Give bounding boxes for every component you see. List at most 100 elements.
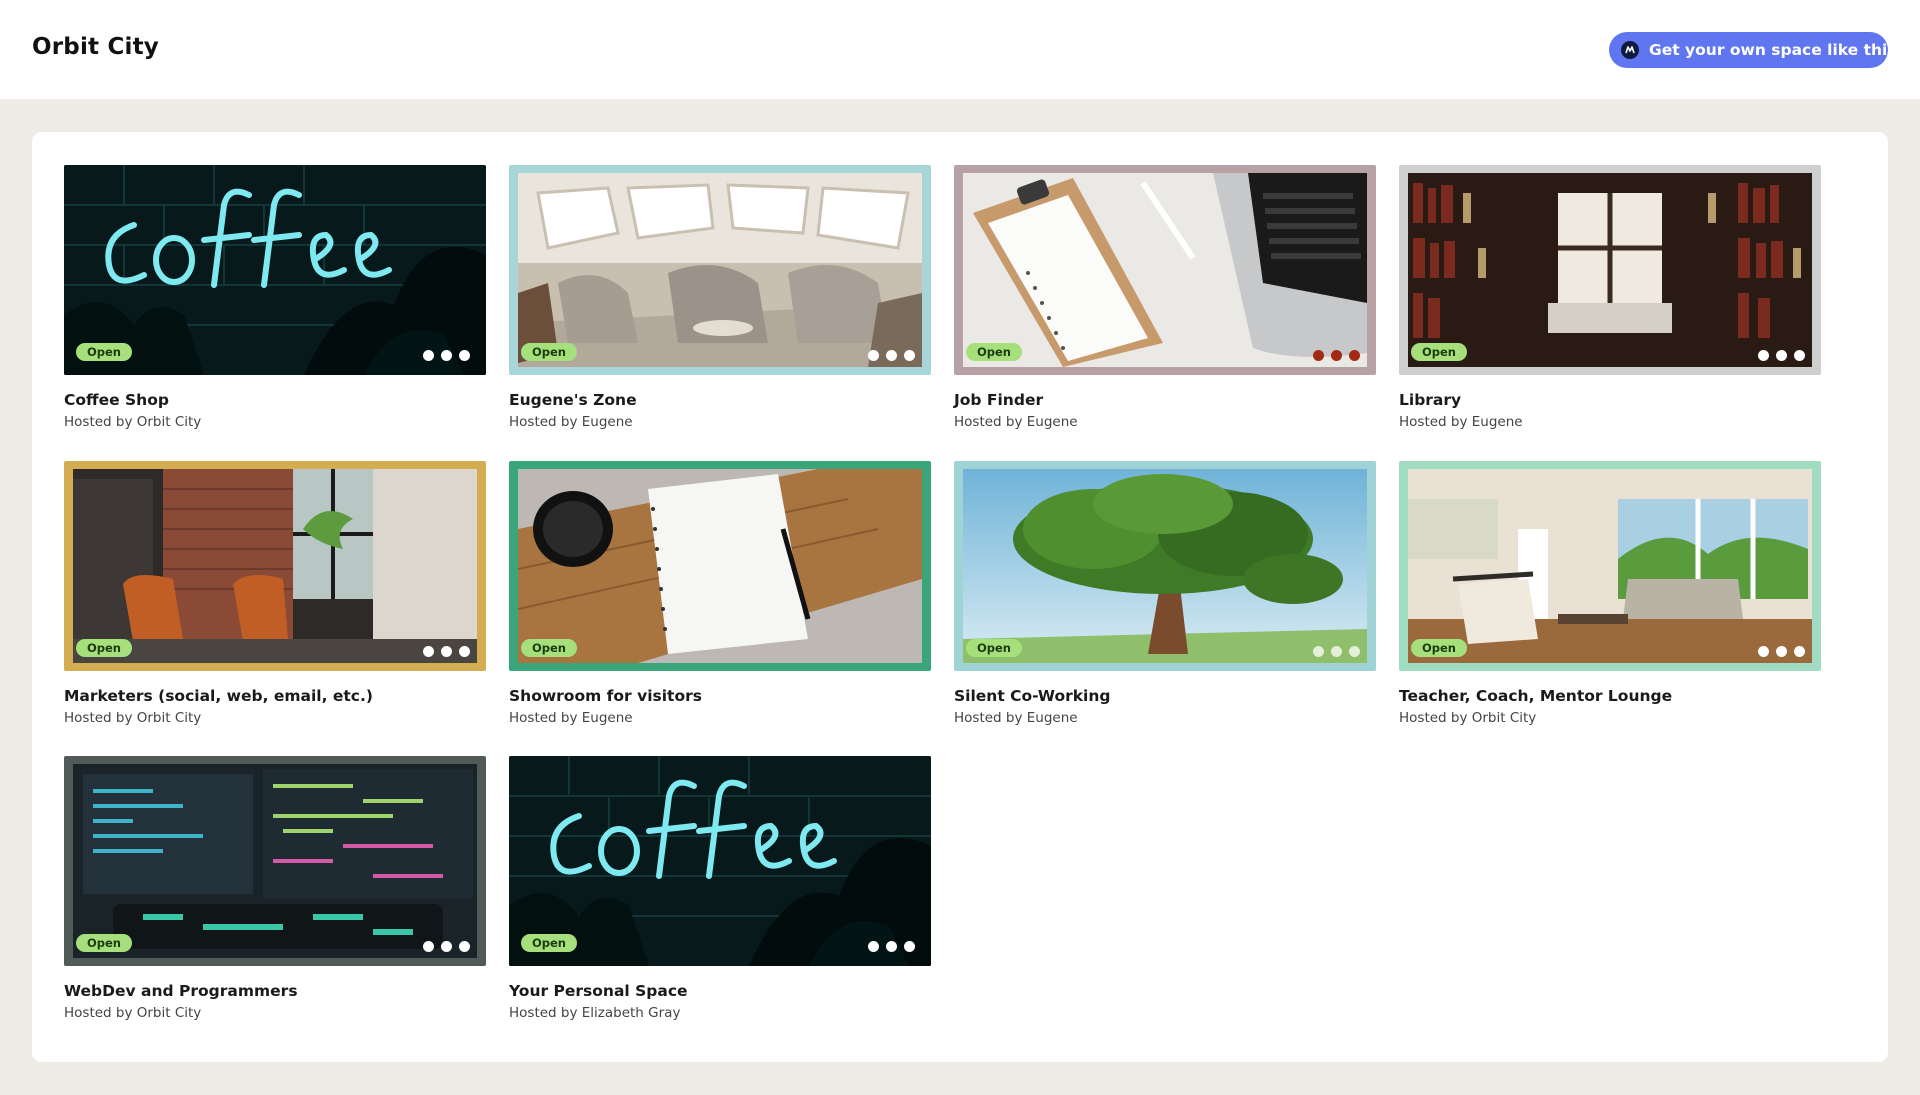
dot-icon xyxy=(423,646,434,657)
space-host: Hosted by Orbit City xyxy=(64,710,202,726)
space-title[interactable]: Job Finder xyxy=(954,391,1376,409)
tree-image xyxy=(963,469,1367,663)
space-host: Hosted by Eugene xyxy=(1399,414,1523,430)
dot-icon xyxy=(1331,350,1342,361)
dot-icon xyxy=(868,350,879,361)
open-status-badge: Open xyxy=(76,343,132,361)
space-thumbnail[interactable]: Open xyxy=(954,461,1376,671)
open-status-badge: Open xyxy=(1411,639,1467,657)
dot-icon xyxy=(868,941,879,952)
dot-icon xyxy=(459,646,470,657)
space-title[interactable]: Coffee Shop xyxy=(64,391,486,409)
space-host: Hosted by Eugene xyxy=(954,710,1078,726)
more-options-button[interactable] xyxy=(423,350,470,361)
space-title[interactable]: Eugene's Zone xyxy=(509,391,931,409)
dot-icon xyxy=(1313,646,1324,657)
space-host: Hosted by Eugene xyxy=(509,710,633,726)
space-title[interactable]: Library xyxy=(1399,391,1821,409)
dot-icon xyxy=(1776,350,1787,361)
more-options-button[interactable] xyxy=(1758,646,1805,657)
clipboard-laptop-image xyxy=(963,173,1367,367)
more-options-button[interactable] xyxy=(1758,350,1805,361)
space-card-job-finder[interactable]: Open Job Finder Hosted by Eugene xyxy=(954,165,1376,430)
space-thumbnail[interactable]: Open xyxy=(64,165,486,375)
space-thumbnail[interactable]: Open xyxy=(509,461,931,671)
more-options-button[interactable] xyxy=(1313,350,1360,361)
brand-logo-icon xyxy=(1621,41,1639,59)
space-thumbnail[interactable]: Open xyxy=(509,756,931,966)
space-card-library[interactable]: Open Library Hosted by Eugene xyxy=(1399,165,1821,430)
space-card-eugenes-zone[interactable]: Open Eugene's Zone Hosted by Eugene xyxy=(509,165,931,430)
top-header: Orbit City Get your own space like this xyxy=(0,0,1920,99)
more-options-button[interactable] xyxy=(423,646,470,657)
dot-icon xyxy=(423,350,434,361)
dot-icon xyxy=(1349,646,1360,657)
space-card-silent-co-working[interactable]: Open Silent Co-Working Hosted by Eugene xyxy=(954,461,1376,726)
space-thumbnail[interactable]: Open xyxy=(1399,165,1821,375)
space-title[interactable]: Marketers (social, web, email, etc.) xyxy=(64,687,486,705)
space-host: Hosted by Orbit City xyxy=(1399,710,1537,726)
dot-icon xyxy=(1313,350,1324,361)
code-screens-image xyxy=(73,764,477,958)
dot-icon xyxy=(459,941,470,952)
open-status-badge: Open xyxy=(76,639,132,657)
space-host: Hosted by Eugene xyxy=(954,414,1078,430)
space-card-webdev[interactable]: Open WebDev and Programmers Hosted by Or… xyxy=(64,756,486,1021)
more-options-button[interactable] xyxy=(868,941,915,952)
dot-icon xyxy=(423,941,434,952)
open-status-badge: Open xyxy=(966,639,1022,657)
more-options-button[interactable] xyxy=(868,350,915,361)
dot-icon xyxy=(1758,350,1769,361)
space-card-showroom[interactable]: Open Showroom for visitors Hosted by Eug… xyxy=(509,461,931,726)
dot-icon xyxy=(1331,646,1342,657)
dot-icon xyxy=(1349,350,1360,361)
space-card-teacher-lounge[interactable]: Open Teacher, Coach, Mentor Lounge Hoste… xyxy=(1399,461,1821,726)
space-thumbnail[interactable]: Open xyxy=(64,461,486,671)
dot-icon xyxy=(441,941,452,952)
open-status-badge: Open xyxy=(966,343,1022,361)
notebook-coffee-image xyxy=(518,469,922,663)
space-title[interactable]: Showroom for visitors xyxy=(509,687,931,705)
dot-icon xyxy=(886,941,897,952)
open-status-badge: Open xyxy=(1411,343,1467,361)
open-status-badge: Open xyxy=(521,934,577,952)
space-thumbnail[interactable]: Open xyxy=(64,756,486,966)
spaces-panel: Open Coffee Shop Hosted by Orbit City Op… xyxy=(32,132,1888,1062)
brand-title: Orbit City xyxy=(32,34,159,60)
open-status-badge: Open xyxy=(76,934,132,952)
more-options-button[interactable] xyxy=(1313,646,1360,657)
dot-icon xyxy=(1758,646,1769,657)
dot-icon xyxy=(904,350,915,361)
space-host: Hosted by Elizabeth Gray xyxy=(509,1005,681,1021)
space-title[interactable]: Teacher, Coach, Mentor Lounge xyxy=(1399,687,1821,705)
space-card-your-personal-space[interactable]: Open Your Personal Space Hosted by Eliza… xyxy=(509,756,931,1021)
dot-icon xyxy=(459,350,470,361)
space-host: Hosted by Eugene xyxy=(509,414,633,430)
living-room-image xyxy=(1408,469,1812,663)
open-status-badge: Open xyxy=(521,639,577,657)
space-host: Hosted by Orbit City xyxy=(64,414,202,430)
space-title[interactable]: WebDev and Programmers xyxy=(64,982,486,1000)
space-card-marketers[interactable]: Open Marketers (social, web, email, etc.… xyxy=(64,461,486,726)
lounge-image xyxy=(518,173,922,367)
dot-icon xyxy=(1794,646,1805,657)
open-status-badge: Open xyxy=(521,343,577,361)
dot-icon xyxy=(886,350,897,361)
space-thumbnail[interactable]: Open xyxy=(509,165,931,375)
dot-icon xyxy=(904,941,915,952)
dot-icon xyxy=(441,646,452,657)
dot-icon xyxy=(1776,646,1787,657)
space-thumbnail[interactable]: Open xyxy=(954,165,1376,375)
space-thumbnail[interactable]: Open xyxy=(1399,461,1821,671)
more-options-button[interactable] xyxy=(423,941,470,952)
get-your-own-space-button[interactable]: Get your own space like this xyxy=(1609,32,1897,68)
dot-icon xyxy=(441,350,452,361)
space-title[interactable]: Silent Co-Working xyxy=(954,687,1376,705)
space-card-coffee-shop[interactable]: Open Coffee Shop Hosted by Orbit City xyxy=(64,165,486,430)
dot-icon xyxy=(1794,350,1805,361)
library-image xyxy=(1408,173,1812,367)
space-title[interactable]: Your Personal Space xyxy=(509,982,931,1000)
space-host: Hosted by Orbit City xyxy=(64,1005,202,1021)
cta-label: Get your own space like this xyxy=(1649,41,1897,59)
office-chairs-image xyxy=(73,469,477,663)
